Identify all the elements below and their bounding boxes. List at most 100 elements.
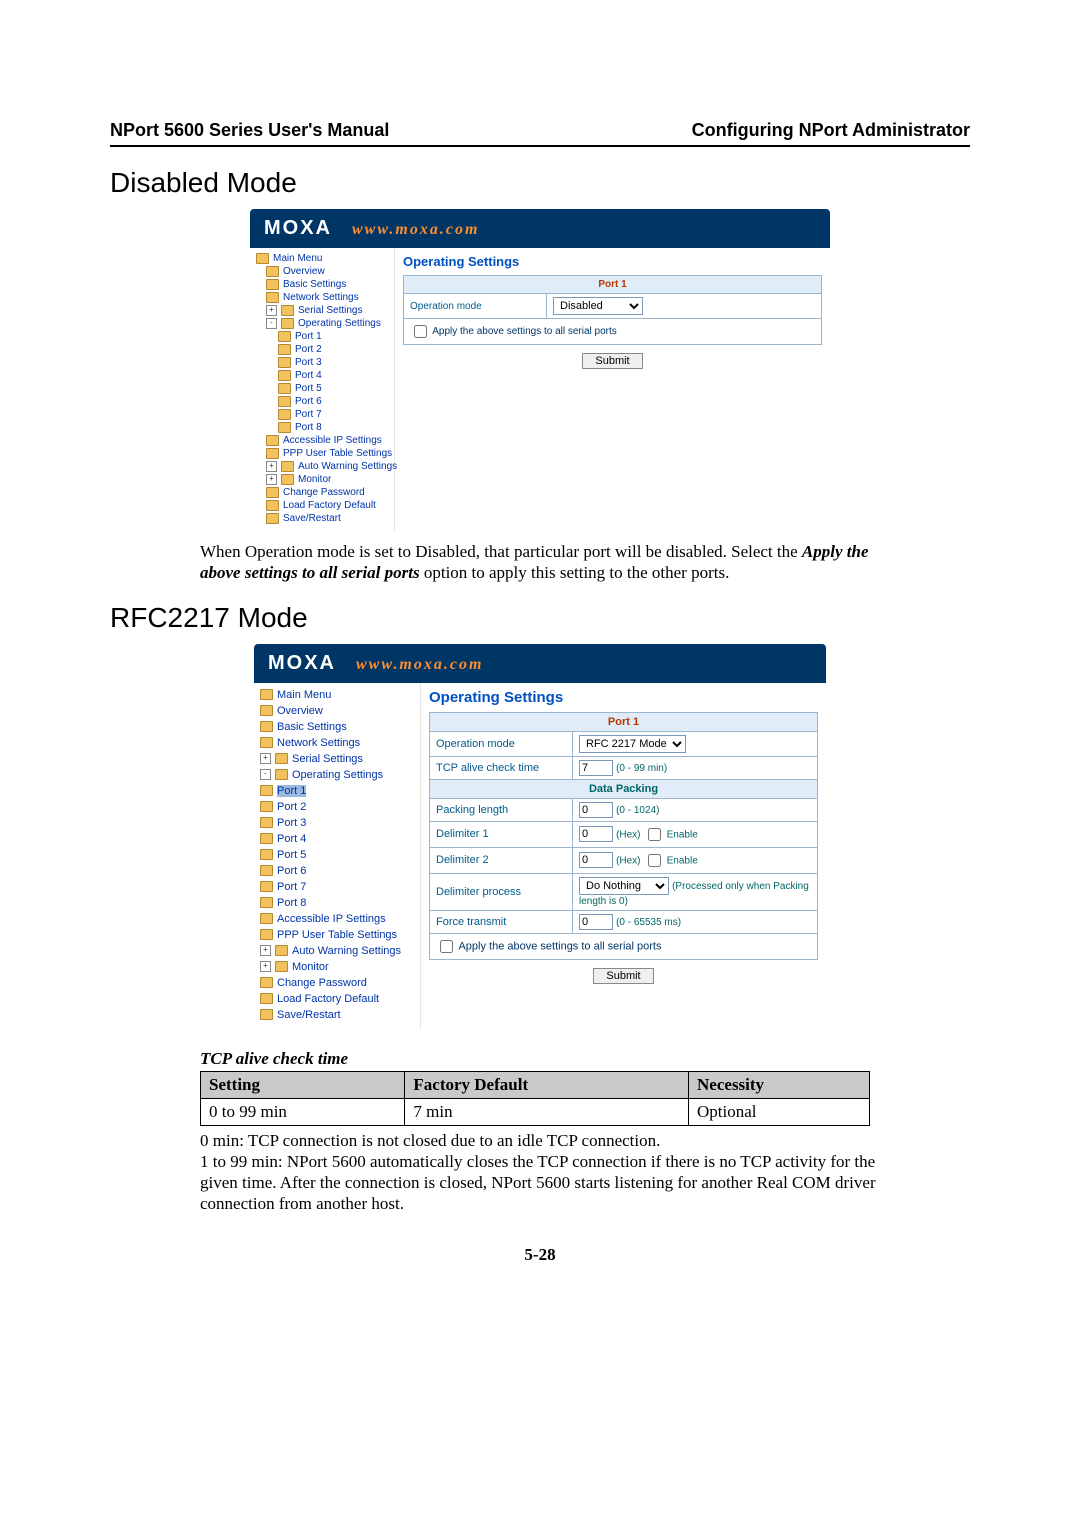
spec-c-setting: 0 to 99 min xyxy=(201,1098,405,1125)
tree-load-factory-default[interactable]: Load Factory Default xyxy=(254,499,392,512)
panel-title: Operating Settings xyxy=(429,689,818,706)
tree-port2[interactable]: Port 2 xyxy=(258,799,418,815)
tree-serial-settings[interactable]: +Serial Settings xyxy=(258,751,418,767)
folder-icon xyxy=(260,785,273,796)
moxa-url: www.moxa.com xyxy=(356,656,483,674)
form-table-rfc2217: Port 1 Operation mode RFC 2217 Mode TCP … xyxy=(429,712,818,960)
tree-port7[interactable]: Port 7 xyxy=(258,879,418,895)
tree-save-restart[interactable]: Save/Restart xyxy=(254,512,392,525)
apply-all-checkbox[interactable] xyxy=(440,940,453,953)
moxa-header: MOXA www.moxa.com xyxy=(250,209,830,248)
opmode-select[interactable]: Disabled xyxy=(553,297,643,315)
forcetx-input[interactable] xyxy=(579,914,613,930)
folder-icon xyxy=(260,1009,273,1020)
tree-main-menu[interactable]: Main Menu xyxy=(254,252,392,265)
tree-load-factory-default[interactable]: Load Factory Default xyxy=(258,991,418,1007)
tree-port8[interactable]: Port 8 xyxy=(258,895,418,911)
tree-operating-settings[interactable]: -Operating Settings xyxy=(258,767,418,783)
folder-icon xyxy=(260,993,273,1004)
tree-save-restart[interactable]: Save/Restart xyxy=(258,1007,418,1023)
submit-button[interactable]: Submit xyxy=(593,968,653,984)
tree-port4[interactable]: Port 4 xyxy=(258,831,418,847)
tree-port6[interactable]: Port 6 xyxy=(258,863,418,879)
folder-icon xyxy=(266,435,279,446)
tree-port1[interactable]: Port 1 xyxy=(254,330,392,343)
tcpalive-input[interactable] xyxy=(579,760,613,776)
folder-icon xyxy=(256,253,269,264)
expand-icon[interactable]: + xyxy=(266,461,277,472)
tree-port4[interactable]: Port 4 xyxy=(254,369,392,382)
tree-overview[interactable]: Overview xyxy=(258,703,418,719)
screenshot-rfc2217: MOXA www.moxa.com Main Menu Overview Bas… xyxy=(254,644,826,1029)
delimproc-select[interactable]: Do Nothing xyxy=(579,877,669,895)
tree-port7[interactable]: Port 7 xyxy=(254,408,392,421)
opmode-label: Operation mode xyxy=(404,294,547,319)
expand-icon[interactable]: + xyxy=(266,305,277,316)
tree-port5[interactable]: Port 5 xyxy=(258,847,418,863)
tree-change-password[interactable]: Change Password xyxy=(258,975,418,991)
delim1-enable-checkbox[interactable] xyxy=(648,828,661,841)
tree-basic-settings[interactable]: Basic Settings xyxy=(258,719,418,735)
folder-icon xyxy=(266,513,279,524)
submit-button[interactable]: Submit xyxy=(582,353,642,369)
tree-basic-settings[interactable]: Basic Settings xyxy=(254,278,392,291)
delimproc-label: Delimiter process xyxy=(430,873,573,910)
table-caption-tcpalive: TCP alive check time xyxy=(200,1049,970,1069)
delim2-input[interactable] xyxy=(579,852,613,868)
tree-overview[interactable]: Overview xyxy=(254,265,392,278)
tree-serial-settings[interactable]: +Serial Settings xyxy=(254,304,392,317)
expand-icon[interactable]: + xyxy=(260,945,271,956)
folder-icon xyxy=(260,737,273,748)
expand-icon[interactable]: + xyxy=(260,961,271,972)
opmode-label: Operation mode xyxy=(430,731,573,756)
form-table-disabled: Port 1 Operation mode Disabled Apply the… xyxy=(403,275,822,345)
folder-icon xyxy=(260,721,273,732)
moxa-logo: MOXA xyxy=(268,652,336,675)
folder-icon xyxy=(278,422,291,433)
tree-monitor[interactable]: +Monitor xyxy=(258,959,418,975)
tree-main-menu[interactable]: Main Menu xyxy=(258,687,418,703)
spec-table: Setting Factory Default Necessity 0 to 9… xyxy=(200,1071,870,1126)
nav-tree: Main Menu Overview Basic Settings Networ… xyxy=(250,248,395,531)
tree-monitor[interactable]: +Monitor xyxy=(254,473,392,486)
para-1to99min: 1 to 99 min: NPort 5600 automatically cl… xyxy=(200,1151,880,1215)
tree-ppp-user-table[interactable]: PPP User Table Settings xyxy=(254,447,392,460)
tree-port3[interactable]: Port 3 xyxy=(258,815,418,831)
tree-port6[interactable]: Port 6 xyxy=(254,395,392,408)
spec-c-default: 7 min xyxy=(405,1098,689,1125)
tree-accessible-ip[interactable]: Accessible IP Settings xyxy=(258,911,418,927)
tree-auto-warning[interactable]: +Auto Warning Settings xyxy=(254,460,392,473)
header-right: Configuring NPort Administrator xyxy=(692,120,970,141)
tree-network-settings[interactable]: Network Settings xyxy=(254,291,392,304)
tree-port1[interactable]: Port 1 xyxy=(258,783,418,799)
collapse-icon[interactable]: - xyxy=(260,769,271,780)
opmode-select[interactable]: RFC 2217 Mode xyxy=(579,735,686,753)
tree-port8[interactable]: Port 8 xyxy=(254,421,392,434)
folder-icon xyxy=(275,769,288,780)
tree-port2[interactable]: Port 2 xyxy=(254,343,392,356)
spec-c-necessity: Optional xyxy=(689,1098,870,1125)
folder-icon xyxy=(278,383,291,394)
tcpalive-hint: (0 - 99 min) xyxy=(616,763,667,774)
tree-ppp-user-table[interactable]: PPP User Table Settings xyxy=(258,927,418,943)
packlen-hint: (0 - 1024) xyxy=(616,805,659,816)
delim2-enable-checkbox[interactable] xyxy=(648,854,661,867)
delim1-input[interactable] xyxy=(579,826,613,842)
expand-icon[interactable]: + xyxy=(260,753,271,764)
collapse-icon[interactable]: - xyxy=(266,318,277,329)
tree-change-password[interactable]: Change Password xyxy=(254,486,392,499)
tree-port5[interactable]: Port 5 xyxy=(254,382,392,395)
folder-icon xyxy=(266,279,279,290)
expand-icon[interactable]: + xyxy=(266,474,277,485)
tree-operating-settings[interactable]: -Operating Settings xyxy=(254,317,392,330)
folder-icon xyxy=(278,331,291,342)
tree-accessible-ip[interactable]: Accessible IP Settings xyxy=(254,434,392,447)
header-left: NPort 5600 Series User's Manual xyxy=(110,120,389,141)
tree-auto-warning[interactable]: +Auto Warning Settings xyxy=(258,943,418,959)
tree-network-settings[interactable]: Network Settings xyxy=(258,735,418,751)
port-header: Port 1 xyxy=(404,276,822,294)
apply-all-checkbox[interactable] xyxy=(414,325,427,338)
moxa-url: www.moxa.com xyxy=(352,221,479,239)
tree-port3[interactable]: Port 3 xyxy=(254,356,392,369)
packlen-input[interactable] xyxy=(579,802,613,818)
